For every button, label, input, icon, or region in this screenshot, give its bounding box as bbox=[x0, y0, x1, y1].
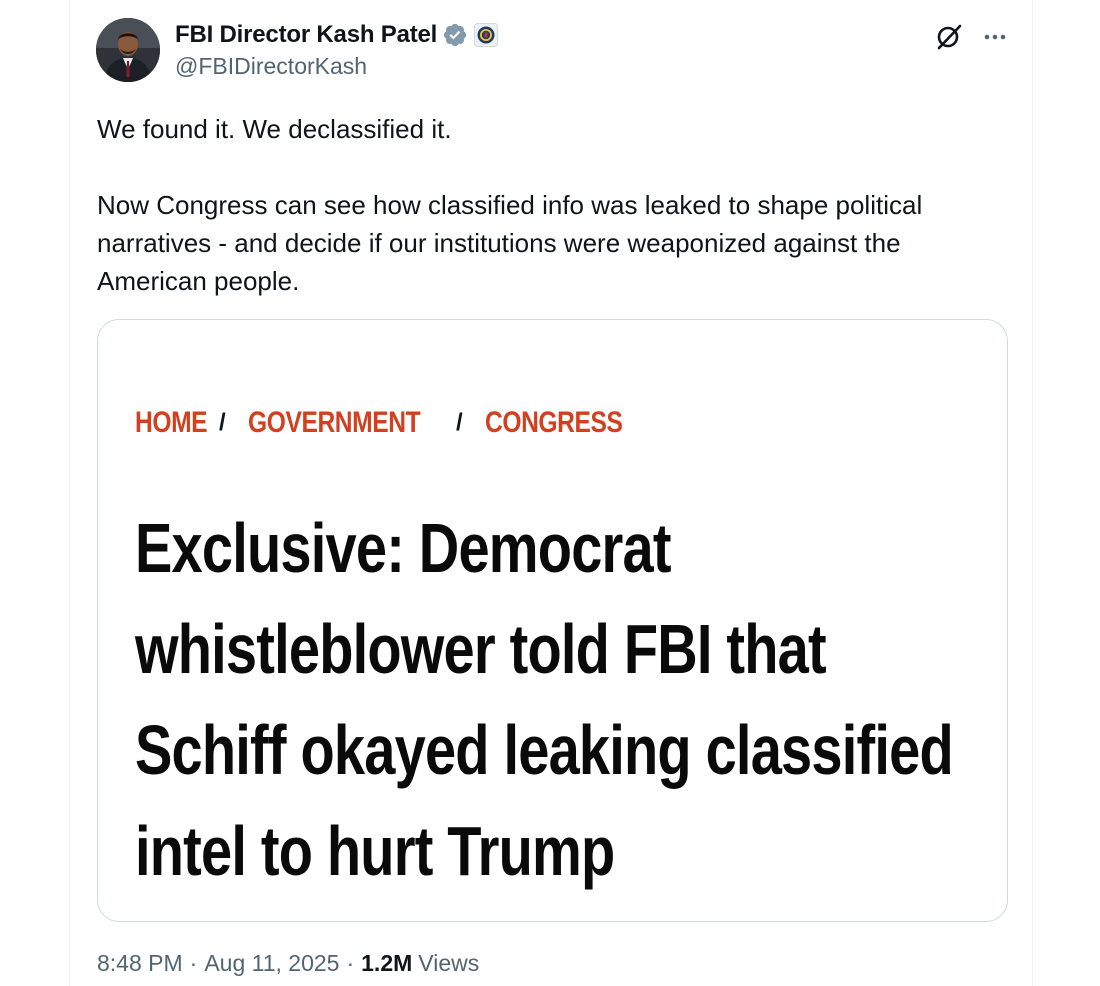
tweet-line-1: We found it. We declassified it. bbox=[97, 114, 452, 144]
fbi-seal-icon[interactable] bbox=[474, 23, 499, 47]
more-icon[interactable] bbox=[982, 24, 1008, 50]
views-count[interactable]: 1.2M bbox=[361, 950, 412, 977]
breadcrumb-government: GOVERNMENT bbox=[248, 406, 421, 439]
meta-separator: · bbox=[189, 950, 198, 976]
views-label: Views bbox=[418, 950, 480, 976]
breadcrumb-congress: CONGRESS bbox=[485, 406, 623, 439]
meta-separator: · bbox=[346, 950, 355, 976]
author-display-name[interactable]: FBI Director Kash Patel bbox=[175, 21, 437, 49]
breadcrumb-home: HOME bbox=[135, 406, 208, 439]
tweet-date[interactable]: Aug 11, 2025 bbox=[204, 950, 339, 977]
tweet-paragraph-gap bbox=[97, 148, 1007, 186]
tweet: FBI Director Kash Patel @FBIDirectorKash… bbox=[69, 0, 1033, 986]
tweet-meta: 8:48 PM · Aug 11, 2025 · 1.2M Views bbox=[97, 950, 479, 977]
author-handle[interactable]: @FBIDirectorKash bbox=[175, 53, 367, 80]
article-headline: Exclusive: Democrat whistleblower told F… bbox=[135, 498, 967, 902]
tweet-time[interactable]: 8:48 PM bbox=[97, 950, 183, 977]
avatar-photo-icon bbox=[96, 18, 160, 82]
tweet-text: We found it. We declassified it. Now Con… bbox=[97, 110, 1007, 300]
tweet-line-4: American people. bbox=[97, 266, 300, 296]
verified-badge-icon bbox=[444, 23, 467, 47]
breadcrumb-separator: / bbox=[456, 409, 463, 436]
grok-icon[interactable] bbox=[934, 22, 964, 52]
tweet-line-3: narratives - and decide if our instituti… bbox=[97, 228, 901, 258]
avatar[interactable] bbox=[96, 18, 160, 82]
breadcrumb-separator: / bbox=[219, 409, 226, 436]
breadcrumb: HOME / GOVERNMENT / CONGRESS bbox=[135, 406, 653, 440]
headline-line: intel to hurt Trump bbox=[135, 812, 615, 890]
tweet-line-2: Now Congress can see how classified info… bbox=[97, 190, 923, 220]
headline-line: whistleblower told FBI that bbox=[135, 610, 827, 688]
article-card[interactable]: HOME / GOVERNMENT / CONGRESS Exclusive: … bbox=[97, 319, 1008, 922]
author-name-row: FBI Director Kash Patel bbox=[175, 19, 499, 51]
headline-line: Exclusive: Democrat bbox=[135, 509, 672, 587]
headline-line: Schiff okayed leaking classified bbox=[135, 711, 954, 789]
